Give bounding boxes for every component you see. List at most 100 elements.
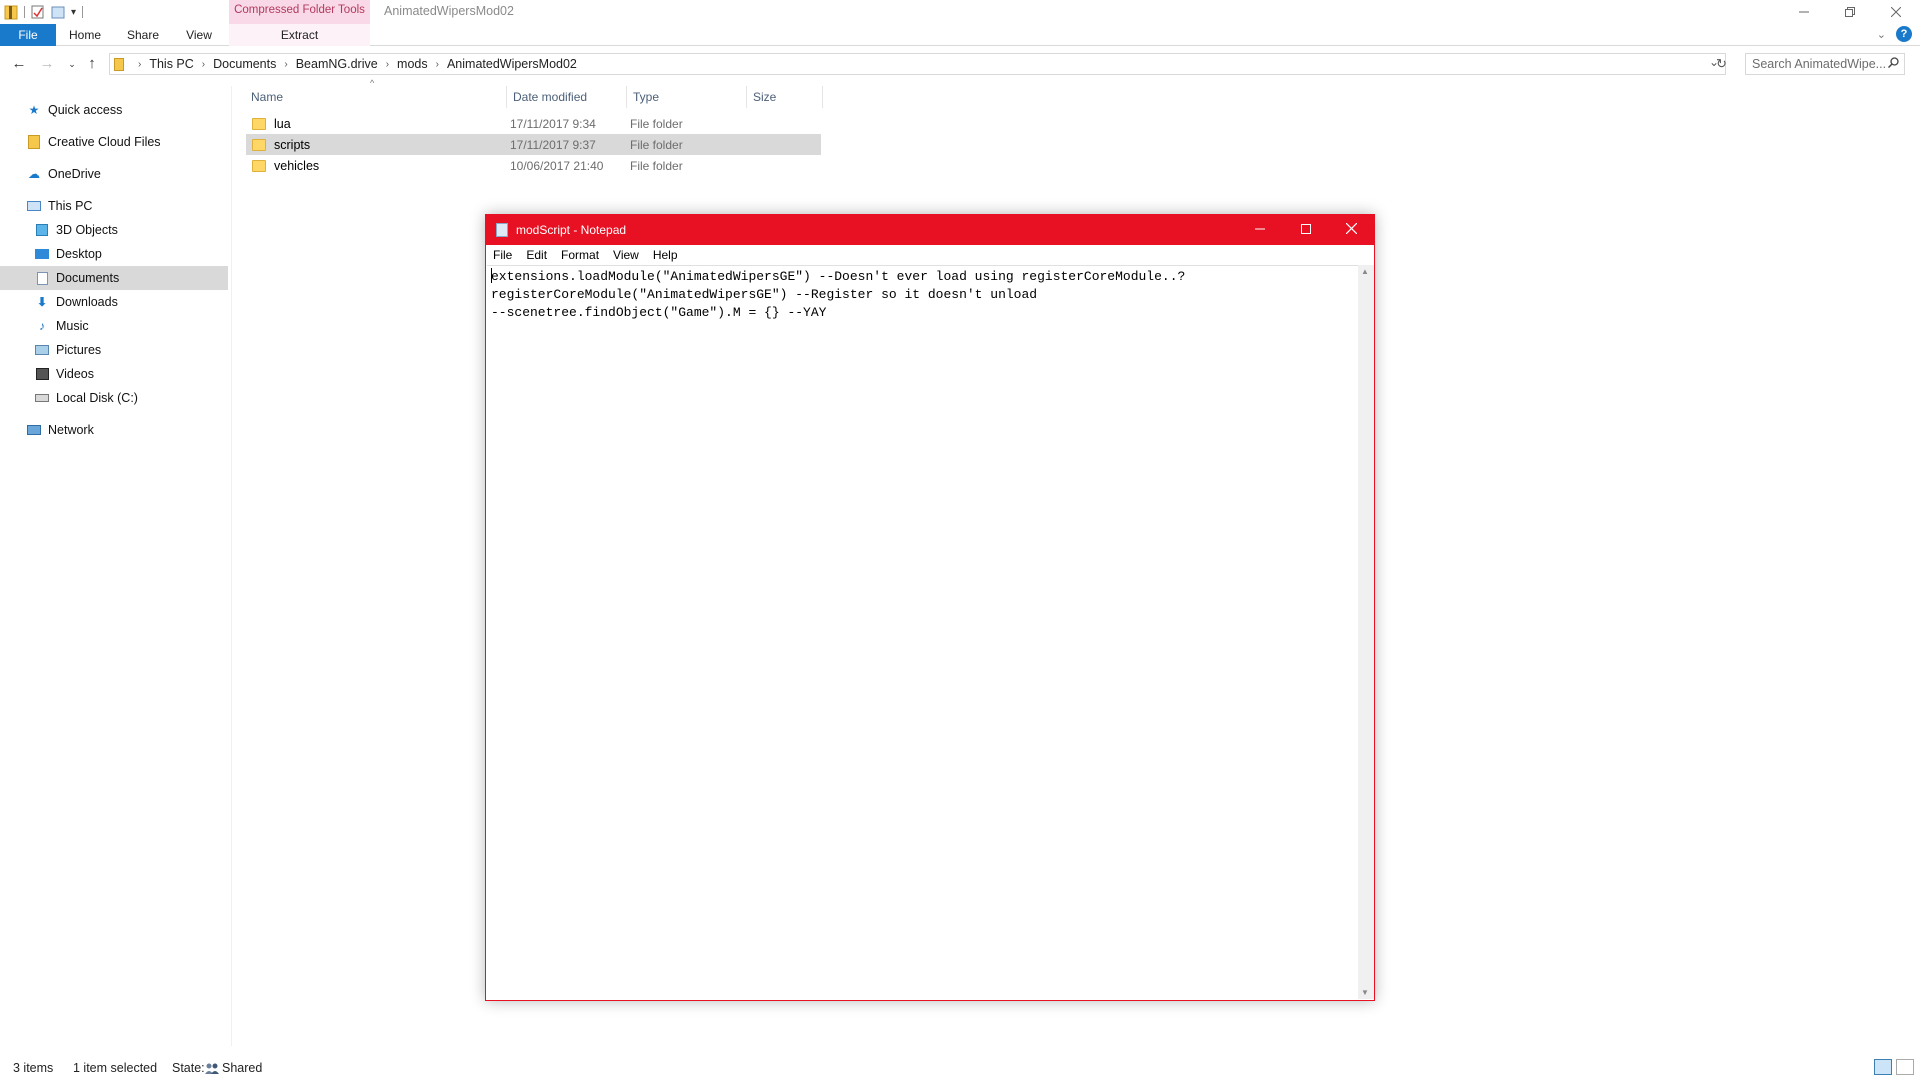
menu-view[interactable]: View xyxy=(606,248,646,262)
nav-music[interactable]: ♪ Music xyxy=(0,314,228,338)
minimize-button[interactable] xyxy=(1781,0,1827,24)
notepad-vertical-scrollbar[interactable]: ▲ ▼ xyxy=(1358,265,1374,999)
breadcrumb-mods[interactable]: mods xyxy=(397,57,428,71)
new-folder-icon[interactable] xyxy=(51,4,65,20)
folder-icon xyxy=(114,57,124,71)
nav-local-disk[interactable]: Local Disk (C:) xyxy=(0,386,228,410)
notepad-icon xyxy=(496,223,508,237)
nav-pictures[interactable]: Pictures xyxy=(0,338,228,362)
file-row-selected[interactable]: scripts 17/11/2017 9:37 File folder xyxy=(246,134,821,155)
restore-icon xyxy=(1845,7,1855,17)
code-line-text: extensions.loadModule("AnimatedWipersGE"… xyxy=(491,269,1186,284)
customize-toolbar-dropdown-icon[interactable]: ▾ xyxy=(71,7,76,18)
up-arrow-icon[interactable]: ↑ xyxy=(82,54,102,74)
code-line: extensions.loadModule("AnimatedWipersGE"… xyxy=(491,268,1355,286)
close-icon xyxy=(1345,222,1357,235)
menu-format[interactable]: Format xyxy=(554,248,606,262)
nav-creative-cloud[interactable]: Creative Cloud Files xyxy=(0,130,228,154)
state-value: Shared xyxy=(222,1061,263,1075)
tab-file[interactable]: File xyxy=(0,24,56,46)
menu-file[interactable]: File xyxy=(486,248,519,262)
notepad-text-area[interactable]: extensions.loadModule("AnimatedWipersGE"… xyxy=(487,265,1359,999)
forward-arrow-icon[interactable]: → xyxy=(37,54,57,74)
folder-icon xyxy=(252,117,266,130)
recent-locations-chevron-icon[interactable]: ⌄ xyxy=(62,54,82,74)
ribbon-right-controls: ⌄ ? xyxy=(1877,26,1912,42)
column-header-name[interactable]: Name xyxy=(245,86,507,108)
breadcrumb-beamng[interactable]: BeamNG.drive xyxy=(296,57,378,71)
address-row: ← → ⌄ ↑ › This PC › Documents › BeamNG.d… xyxy=(0,50,1920,78)
close-button[interactable] xyxy=(1873,0,1919,24)
folder-icon xyxy=(252,159,266,172)
file-name: lua xyxy=(274,116,291,131)
notepad-minimize-button[interactable] xyxy=(1237,215,1283,245)
notepad-title-bar[interactable]: modScript - Notepad xyxy=(486,215,1374,245)
music-note-icon: ♪ xyxy=(39,319,45,333)
desktop-icon xyxy=(34,247,50,261)
nav-desktop[interactable]: Desktop xyxy=(0,242,228,266)
nav-onedrive[interactable]: ☁ OneDrive xyxy=(0,162,228,186)
computer-icon xyxy=(26,199,42,213)
refresh-icon[interactable]: ↻ xyxy=(1716,56,1727,72)
film-icon xyxy=(34,367,50,381)
help-icon[interactable]: ? xyxy=(1896,26,1912,42)
scroll-up-icon[interactable]: ▲ xyxy=(1361,267,1369,276)
search-input[interactable]: Search AnimatedWipe... xyxy=(1745,53,1905,75)
file-row[interactable]: vehicles 10/06/2017 21:40 File folder xyxy=(246,155,821,176)
folder-icon xyxy=(252,138,266,151)
breadcrumb-this-pc[interactable]: This PC xyxy=(149,57,193,71)
breadcrumb-current-folder[interactable]: AnimatedWipersMod02 xyxy=(447,57,577,71)
back-arrow-icon[interactable]: ← xyxy=(9,54,29,74)
nav-label: Quick access xyxy=(48,103,123,117)
column-header-date[interactable]: Date modified xyxy=(507,86,627,108)
nav-network[interactable]: Network xyxy=(0,418,228,442)
chevron-right-icon[interactable]: › xyxy=(202,59,205,70)
address-bar[interactable]: › This PC › Documents › BeamNG.drive › m… xyxy=(109,53,1726,75)
column-header-type[interactable]: Type xyxy=(627,86,747,108)
menu-help[interactable]: Help xyxy=(646,248,685,262)
cloud-icon: ☁ xyxy=(28,167,40,181)
menu-edit[interactable]: Edit xyxy=(519,248,554,262)
nav-label: Music xyxy=(56,319,89,333)
folder-icon xyxy=(4,4,18,20)
file-name: vehicles xyxy=(274,158,320,173)
file-name: scripts xyxy=(274,137,311,152)
notepad-close-button[interactable] xyxy=(1328,215,1374,245)
nav-3d-objects[interactable]: 3D Objects xyxy=(0,218,228,242)
expand-ribbon-chevron-icon[interactable]: ⌄ xyxy=(1877,28,1886,41)
tab-view[interactable]: View xyxy=(176,24,222,46)
nav-downloads[interactable]: ⬇ Downloads xyxy=(0,290,228,314)
file-date: 17/11/2017 9:34 xyxy=(510,116,596,131)
nav-quick-access[interactable]: ★ Quick access xyxy=(0,98,228,122)
notepad-window: modScript - Notepad File Edit Format Vie… xyxy=(485,214,1375,1001)
tab-extract[interactable]: Extract xyxy=(229,24,370,46)
quick-access-toolbar: ▾ xyxy=(4,3,84,21)
column-header-size[interactable]: Size xyxy=(747,86,823,108)
search-icon[interactable] xyxy=(1887,57,1899,71)
nav-videos[interactable]: Videos xyxy=(0,362,228,386)
document-icon xyxy=(34,271,50,285)
restore-button[interactable] xyxy=(1827,0,1873,24)
item-count: 3 items xyxy=(13,1061,54,1075)
file-row[interactable]: lua 17/11/2017 9:34 File folder xyxy=(246,113,821,134)
cube-icon xyxy=(34,223,50,237)
nav-this-pc[interactable]: This PC xyxy=(0,194,228,218)
tab-share[interactable]: Share xyxy=(116,24,170,46)
star-icon: ★ xyxy=(28,103,40,117)
drive-icon xyxy=(34,391,50,405)
breadcrumb-documents[interactable]: Documents xyxy=(213,57,276,71)
notepad-maximize-button[interactable] xyxy=(1283,215,1329,245)
details-view-icon[interactable] xyxy=(1874,1059,1892,1075)
chevron-right-icon[interactable]: › xyxy=(386,59,389,70)
chevron-right-icon[interactable]: › xyxy=(138,59,141,70)
large-icons-view-icon[interactable] xyxy=(1896,1059,1914,1075)
state-label: State: xyxy=(172,1061,205,1075)
chevron-right-icon[interactable]: › xyxy=(436,59,439,70)
nav-documents[interactable]: Documents xyxy=(0,266,228,290)
close-icon xyxy=(1891,7,1901,17)
properties-icon[interactable] xyxy=(31,4,45,20)
nav-label: This PC xyxy=(48,199,93,213)
tab-home[interactable]: Home xyxy=(60,24,110,46)
chevron-right-icon[interactable]: › xyxy=(284,59,287,70)
scroll-down-icon[interactable]: ▼ xyxy=(1361,988,1369,997)
